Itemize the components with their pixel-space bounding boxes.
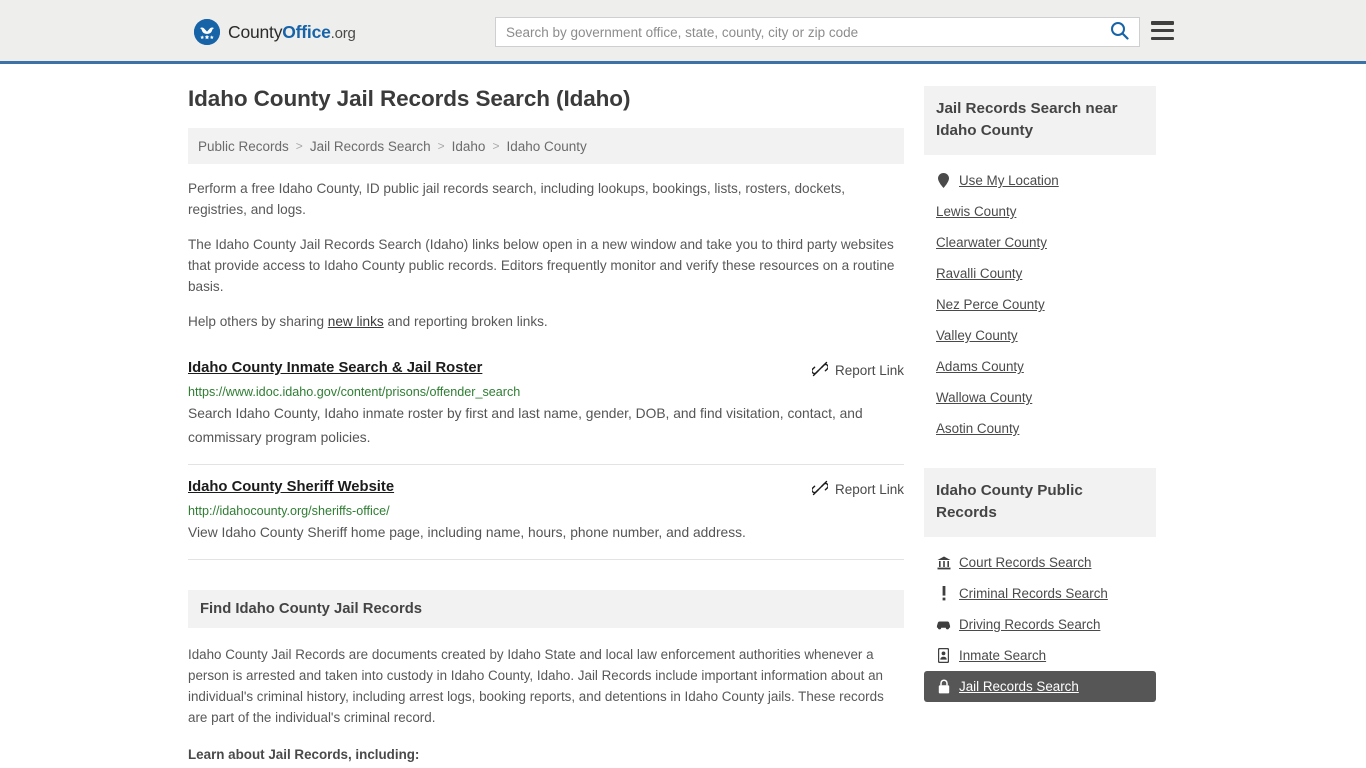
sidebar-item-label: Inmate Search [959, 648, 1047, 663]
sidebar-item-label: Ravalli County [936, 266, 1023, 281]
sidebar-item-lewis-county[interactable]: Lewis County [924, 196, 1156, 227]
brand-part2: Office [282, 21, 331, 42]
sidebar-nearby-heading: Jail Records Search near Idaho County [924, 86, 1156, 155]
sidebar-panel-nearby: Jail Records Search near Idaho County Us… [924, 86, 1156, 444]
breadcrumb: Public Records > Jail Records Search > I… [188, 128, 904, 164]
breadcrumb-separator: > [295, 139, 303, 153]
result-item: Idaho County Inmate Search & Jail Roster… [188, 346, 904, 465]
sidebar-item-clearwater-county[interactable]: Clearwater County [924, 227, 1156, 258]
breadcrumb-item-0[interactable]: Public Records [198, 139, 289, 154]
find-records-heading: Find Idaho County Jail Records [188, 590, 904, 628]
sidebar-public-records-heading: Idaho County Public Records [924, 468, 1156, 537]
page-title: Idaho County Jail Records Search (Idaho) [188, 86, 631, 111]
result-title-link[interactable]: Idaho County Inmate Search & Jail Roster [188, 360, 482, 376]
sidebar-item-criminal-records-search[interactable]: Criminal Records Search [924, 578, 1156, 609]
sidebar-nearby-links: Use My Location Lewis County Clearwater … [924, 155, 1156, 444]
main-content: Idaho County Jail Records Search (Idaho)… [188, 86, 904, 768]
sidebar-item-label: Nez Perce County [936, 297, 1045, 312]
report-link-label: Report Link [834, 482, 904, 497]
id-badge-icon [936, 648, 951, 663]
sidebar-item-label: Adams County [936, 359, 1024, 374]
learn-about-heading: Learn about Jail Records, including: [188, 747, 420, 762]
sidebar-item-label: Asotin County [936, 421, 1020, 436]
breadcrumb-separator: > [437, 139, 445, 153]
intro-paragraph-2: The Idaho County Jail Records Search (Id… [188, 237, 895, 294]
sidebar-item-inmate-search[interactable]: Inmate Search [924, 640, 1156, 671]
sidebar-item-label: Jail Records Search [959, 679, 1079, 694]
report-link-button[interactable]: Report Link [811, 360, 904, 380]
breadcrumb-item-1[interactable]: Jail Records Search [310, 139, 431, 154]
sidebar-item-driving-records-search[interactable]: Driving Records Search [924, 609, 1156, 640]
intro-paragraph-3: Help others by sharing new links and rep… [188, 311, 904, 332]
sidebar-item-use-my-location[interactable]: Use My Location [924, 165, 1156, 196]
sidebar-item-label: Criminal Records Search [959, 586, 1108, 601]
intro-text: Perform a free Idaho County, ID public j… [188, 178, 904, 332]
result-title-link[interactable]: Idaho County Sheriff Website [188, 479, 394, 495]
sidebar-item-label: Clearwater County [936, 235, 1047, 250]
sidebar-item-label: Court Records Search [959, 555, 1092, 570]
report-link-label: Report Link [834, 363, 904, 378]
map-pin-icon [936, 173, 951, 188]
result-url[interactable]: https://www.idoc.idaho.gov/content/priso… [188, 385, 904, 399]
sidebar-item-asotin-county[interactable]: Asotin County [924, 413, 1156, 444]
share-text-after: and reporting broken links. [383, 314, 548, 329]
car-icon [936, 617, 951, 632]
result-description: Search Idaho County, Idaho inmate roster… [188, 406, 863, 445]
breadcrumb-item-2[interactable]: Idaho [452, 139, 486, 154]
sidebar-item-label: Wallowa County [936, 390, 1033, 405]
sidebar-item-adams-county[interactable]: Adams County [924, 351, 1156, 382]
lock-icon [936, 679, 951, 694]
breadcrumb-item-3[interactable]: Idaho County [506, 139, 586, 154]
intro-paragraph-1: Perform a free Idaho County, ID public j… [188, 181, 846, 217]
hamburger-bar-3 [1151, 36, 1174, 40]
global-search-bar[interactable] [495, 17, 1140, 47]
courthouse-icon [936, 555, 951, 570]
site-logo-text: CountyOffice.org [228, 22, 356, 43]
find-records-body: Idaho County Jail Records are documents … [188, 628, 904, 768]
broken-link-icon [811, 480, 829, 499]
find-records-paragraph: Idaho County Jail Records are documents … [188, 647, 884, 725]
hamburger-bar-2 [1151, 28, 1174, 33]
page-body: Idaho County Jail Records Search (Idaho)… [0, 64, 1366, 768]
sidebar-item-jail-records-search[interactable]: Jail Records Search [924, 671, 1156, 702]
search-icon [1110, 21, 1129, 43]
site-logo[interactable]: CountyOffice.org [194, 19, 356, 45]
sidebar-item-nez-perce-county[interactable]: Nez Perce County [924, 289, 1156, 320]
sidebar-item-label: Use My Location [959, 173, 1059, 188]
result-item: Idaho County Sheriff Website Report Link… [188, 465, 904, 560]
sidebar-item-ravalli-county[interactable]: Ravalli County [924, 258, 1156, 289]
sidebar-item-label: Valley County [936, 328, 1018, 343]
broken-link-icon [811, 361, 829, 380]
brand-part1: County [228, 21, 283, 42]
sidebar-item-court-records-search[interactable]: Court Records Search [924, 547, 1156, 578]
site-header: CountyOffice.org [0, 0, 1366, 64]
result-description: View Idaho County Sheriff home page, inc… [188, 525, 746, 540]
countyoffice-eagle-logo-icon [194, 19, 220, 45]
brand-tld: .org [330, 24, 356, 42]
hamburger-menu-icon[interactable] [1151, 21, 1174, 40]
sidebar-panel-public-records: Idaho County Public Records Court Record… [924, 468, 1156, 702]
sidebar-item-valley-county[interactable]: Valley County [924, 320, 1156, 351]
sidebar-item-label: Driving Records Search [959, 617, 1101, 632]
sidebar-public-records-links: Court Records Search Criminal Records Se… [924, 537, 1156, 702]
sidebar: Jail Records Search near Idaho County Us… [924, 86, 1156, 768]
sidebar-item-label: Lewis County [936, 204, 1017, 219]
search-input[interactable] [496, 18, 1099, 46]
exclamation-icon [936, 586, 951, 601]
breadcrumb-separator: > [492, 139, 500, 153]
report-link-button[interactable]: Report Link [811, 479, 904, 499]
result-url[interactable]: http://idahocounty.org/sheriffs-office/ [188, 504, 904, 518]
new-links-link[interactable]: new links [328, 314, 384, 329]
sidebar-item-wallowa-county[interactable]: Wallowa County [924, 382, 1156, 413]
search-button[interactable] [1099, 18, 1139, 46]
share-text-before: Help others by sharing [188, 314, 328, 329]
hamburger-bar-1 [1151, 21, 1174, 25]
